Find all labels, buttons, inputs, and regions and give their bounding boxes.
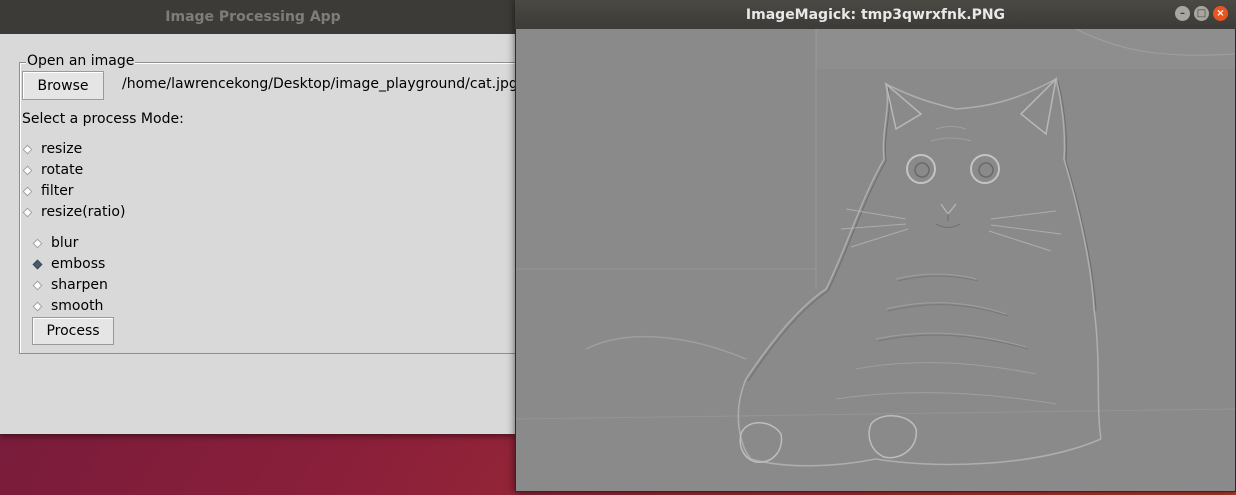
radio-smooth[interactable]: smooth xyxy=(32,296,103,316)
radio-label: resize(ratio) xyxy=(41,204,126,220)
radio-label: smooth xyxy=(51,298,104,314)
image-processing-app-window: Image Processing App Open an image Brows… xyxy=(0,0,539,434)
radio-rotate[interactable]: rotate xyxy=(22,160,83,180)
minimize-icon[interactable]: – xyxy=(1175,6,1190,21)
window-controls: – □ × xyxy=(1175,6,1228,21)
radio-indicator-icon xyxy=(22,186,33,196)
imagemagick-window: ImageMagick: tmp3qwrxfnk.PNG – □ × xyxy=(515,0,1236,492)
process-button[interactable]: Process xyxy=(32,317,114,345)
radio-label: blur xyxy=(51,235,79,251)
file-path-label: /home/lawrencekong/Desktop/image_playgro… xyxy=(122,76,518,92)
open-image-frame-label: Open an image xyxy=(26,52,136,70)
radio-indicator-icon xyxy=(32,301,43,311)
radio-selected-icon xyxy=(32,259,43,269)
radio-indicator-icon xyxy=(22,207,33,217)
viewer-title: ImageMagick: tmp3qwrxfnk.PNG xyxy=(745,6,1006,23)
radio-indicator-icon xyxy=(22,144,33,154)
mode-prompt: Select a process Mode: xyxy=(22,111,184,127)
radio-indicator-icon xyxy=(32,280,43,290)
embossed-cat-image xyxy=(516,29,1235,491)
radio-resize-ratio[interactable]: resize(ratio) xyxy=(22,202,125,222)
radio-sharpen[interactable]: sharpen xyxy=(32,275,108,295)
viewer-titlebar[interactable]: ImageMagick: tmp3qwrxfnk.PNG – □ × xyxy=(515,0,1236,29)
radio-indicator-icon xyxy=(32,238,43,248)
radio-resize[interactable]: resize xyxy=(22,139,82,159)
radio-emboss[interactable]: emboss xyxy=(32,254,105,274)
radio-blur[interactable]: blur xyxy=(32,233,78,253)
radio-label: sharpen xyxy=(51,277,108,293)
close-icon[interactable]: × xyxy=(1213,6,1228,21)
browse-button[interactable]: Browse xyxy=(22,71,104,100)
app-title: Image Processing App xyxy=(0,0,516,34)
radio-label: filter xyxy=(41,183,74,199)
maximize-icon[interactable]: □ xyxy=(1194,6,1209,21)
radio-label: emboss xyxy=(51,256,106,272)
radio-label: resize xyxy=(41,141,83,157)
radio-filter[interactable]: filter xyxy=(22,181,74,201)
radio-indicator-icon xyxy=(22,165,33,175)
radio-label: rotate xyxy=(41,162,84,178)
